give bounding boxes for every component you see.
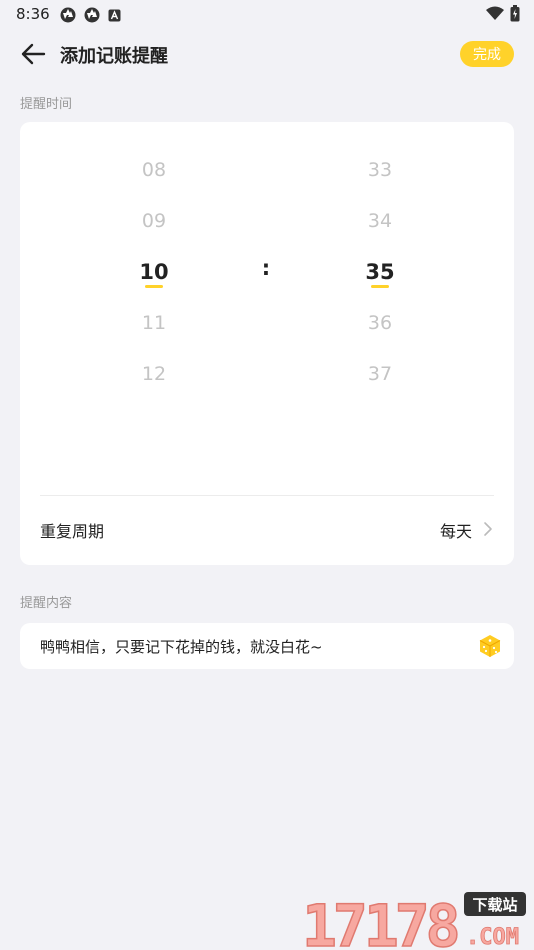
content-card[interactable]: 鸭鸭相信，只要记下花掉的钱，就没白花~ — [20, 623, 514, 669]
done-button[interactable]: 完成 — [460, 41, 514, 67]
hour-option[interactable]: 11 — [94, 297, 214, 348]
section-label-time: 提醒时间 — [20, 97, 73, 112]
system-icons — [486, 5, 520, 22]
minute-option-selected[interactable]: 35 — [320, 246, 440, 297]
minute-option[interactable]: 33 — [320, 144, 440, 195]
chevron-right-icon — [484, 522, 492, 536]
aperture-icon — [84, 7, 100, 23]
aperture-icon — [60, 7, 76, 23]
hour-option[interactable]: 09 — [94, 195, 214, 246]
repeat-cycle-label: 重复周期 — [40, 522, 105, 541]
watermark-suffix: .COM — [466, 925, 519, 950]
repeat-cycle-row[interactable]: 重复周期 每天 — [20, 496, 514, 565]
hour-option[interactable]: 08 — [94, 144, 214, 195]
section-label-content: 提醒内容 — [20, 596, 73, 611]
app-bar: 添加记账提醒 完成 — [0, 30, 534, 78]
status-time: 8:36 — [16, 5, 50, 23]
hour-wheel[interactable]: 08 09 10 11 12 — [94, 144, 214, 399]
minute-option[interactable]: 36 — [320, 297, 440, 348]
page-title: 添加记账提醒 — [60, 46, 168, 67]
battery-icon — [510, 5, 520, 22]
minute-option[interactable]: 37 — [320, 348, 440, 399]
time-picker: 08 09 10 11 12 : 33 34 35 36 37 — [20, 122, 514, 494]
minute-option[interactable]: 34 — [320, 195, 440, 246]
repeat-cycle-value: 每天 — [439, 522, 472, 541]
minute-wheel[interactable]: 33 34 35 36 37 — [320, 144, 440, 399]
site-watermark-logo: 17178 下载站 .COM — [301, 891, 526, 950]
time-separator: : — [261, 256, 271, 280]
wifi-icon — [486, 6, 504, 20]
watermark-number: 17178 — [302, 892, 458, 950]
status-bar: 8:36 — [0, 0, 534, 28]
back-button[interactable] — [18, 39, 48, 69]
dice-icon[interactable] — [478, 634, 502, 658]
hour-option-selected[interactable]: 10 — [94, 246, 214, 297]
arrow-left-icon — [21, 43, 46, 65]
app-a-icon — [108, 9, 121, 21]
notification-icons — [60, 7, 121, 23]
watermark-badge: 下载站 — [472, 896, 517, 914]
hour-option[interactable]: 12 — [94, 348, 214, 399]
time-card: 08 09 10 11 12 : 33 34 35 36 37 重复周期 每天 — [20, 122, 514, 565]
reminder-content-text[interactable]: 鸭鸭相信，只要记下花掉的钱，就没白花~ — [40, 636, 323, 657]
